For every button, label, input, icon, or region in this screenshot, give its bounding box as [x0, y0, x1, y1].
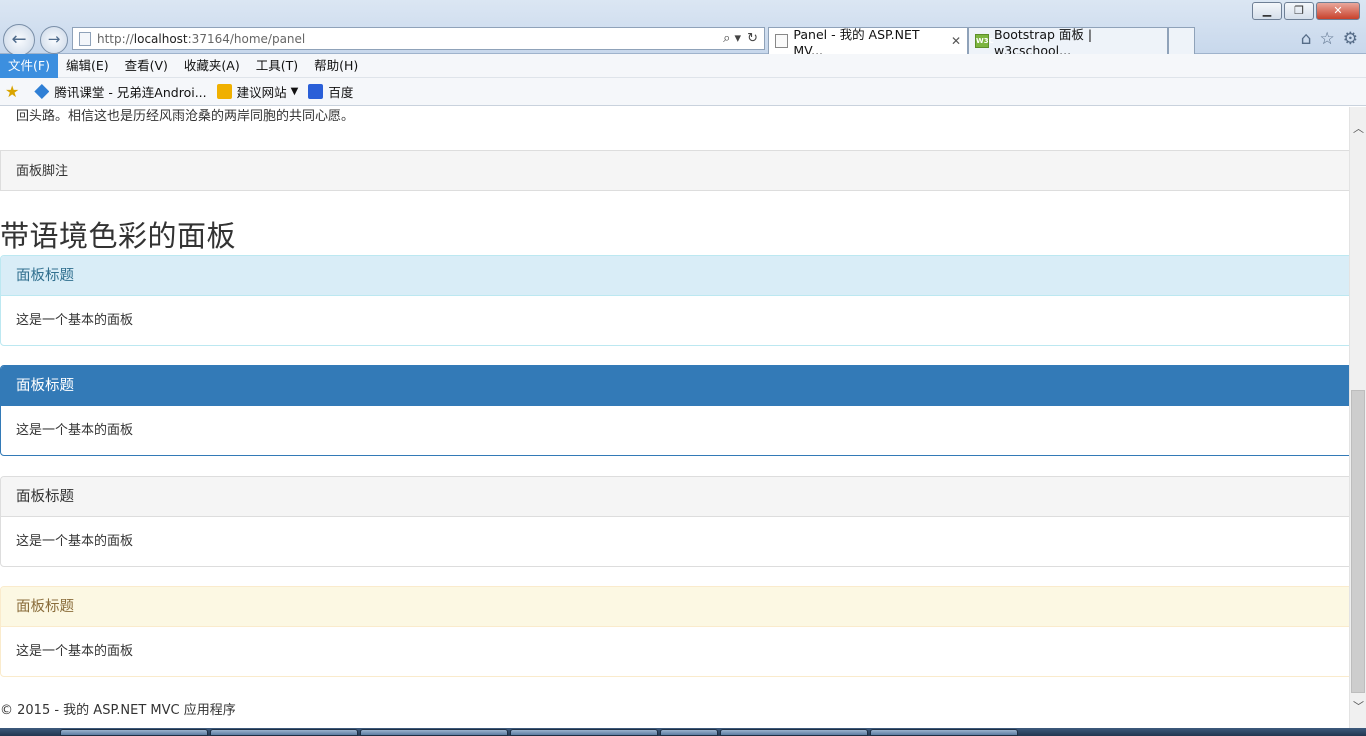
minimize-button[interactable]: ▁ — [1252, 2, 1282, 20]
taskbar-item[interactable] — [660, 729, 718, 736]
panel-body-text: 回头路。相信这也是历经风雨沧桑的两岸同胞的共同心愿。 — [16, 109, 355, 124]
w3c-icon: W3C — [975, 34, 994, 48]
panel-body: 这是一个基本的面板 — [16, 313, 134, 328]
panel-body: 这是一个基本的面板 — [16, 423, 134, 438]
fav-link-baidu[interactable]: 百度 — [308, 82, 353, 101]
panel-info: 面板标题 这是一个基本的面板 — [0, 255, 1349, 346]
panel-body: 这是一个基本的面板 — [16, 644, 134, 659]
page-icon — [79, 31, 91, 46]
menu-bar: 文件(F) 编辑(E) 查看(V) 收藏夹(A) 工具(T) 帮助(H) — [0, 53, 1366, 78]
tab-close-icon[interactable]: ✕ — [951, 34, 961, 48]
panel-body: 这是一个基本的面板 — [16, 534, 134, 549]
section-title: 带语境色彩的面板 — [0, 219, 237, 253]
panel-heading: 面板标题 — [1, 256, 1349, 296]
page-viewport: 回头路。相信这也是历经风雨沧桑的两岸同胞的共同心愿。 面板脚注 带语境色彩的面板… — [0, 107, 1349, 728]
taskbar-item[interactable] — [360, 729, 508, 736]
browser-tools: ⌂ ☆ ⚙ — [1301, 29, 1358, 49]
window-controls: ▁ ❐ ✕ — [1250, 2, 1360, 20]
menu-view[interactable]: 查看(V) — [117, 54, 176, 78]
refresh-icon[interactable]: ↻ — [747, 31, 758, 46]
tab-title: Panel - 我的 ASP.NET MV... — [793, 27, 920, 58]
home-icon[interactable]: ⌂ — [1301, 29, 1312, 49]
scrollbar-thumb[interactable] — [1351, 390, 1365, 693]
panel-primary: 面板标题 这是一个基本的面板 — [0, 365, 1349, 456]
close-button[interactable]: ✕ — [1316, 2, 1360, 20]
forward-arrow-icon: → — [47, 30, 61, 48]
settings-gear-icon[interactable]: ⚙ — [1343, 29, 1358, 49]
tab-title: Bootstrap 面板 | w3cschool... — [994, 27, 1093, 58]
back-arrow-icon: ← — [11, 29, 27, 50]
tab-bootstrap[interactable]: W3C Bootstrap 面板 | w3cschool... — [968, 27, 1168, 58]
panel-default: 面板标题 这是一个基本的面板 — [0, 476, 1349, 567]
forward-button[interactable]: → — [40, 26, 68, 54]
taskbar-item[interactable] — [210, 729, 358, 736]
address-url[interactable]: http://localhost:37164/home/panel — [97, 32, 723, 46]
bing-icon — [216, 84, 232, 99]
baidu-icon — [308, 84, 324, 99]
vertical-scrollbar[interactable]: ︿ ﹀ — [1349, 107, 1366, 728]
scroll-down-icon[interactable]: ﹀ — [1350, 698, 1366, 715]
address-bar[interactable]: http://localhost:37164/home/panel ⌕ ▾ ↻ — [72, 27, 765, 50]
menu-help[interactable]: 帮助(H) — [306, 54, 366, 78]
favorites-star-icon[interactable]: ☆ — [1320, 29, 1335, 49]
panel-heading: 面板标题 — [1, 587, 1349, 627]
tab-panel[interactable]: Panel - 我的 ASP.NET MV... ✕ — [768, 27, 968, 58]
panel-heading: 面板标题 — [1, 477, 1349, 517]
new-tab-button[interactable] — [1168, 27, 1195, 54]
favorites-add-icon: ★ — [5, 82, 20, 101]
menu-edit[interactable]: 编辑(E) — [58, 54, 117, 78]
tencent-icon — [34, 84, 50, 99]
taskbar — [0, 728, 1366, 736]
taskbar-item[interactable] — [510, 729, 658, 736]
page-icon — [775, 34, 789, 48]
menu-favorites[interactable]: 收藏夹(A) — [176, 54, 248, 78]
scroll-up-icon[interactable]: ︿ — [1350, 120, 1366, 137]
browser-titlebar: ▁ ❐ ✕ ← → http://localhost:37164/home/pa… — [0, 0, 1366, 58]
menu-file[interactable]: 文件(F) — [0, 53, 58, 78]
panel-footer: 面板脚注 — [0, 150, 1349, 191]
menu-tools[interactable]: 工具(T) — [248, 54, 306, 78]
fav-link-tencent[interactable]: 腾讯课堂 - 兄弟连Androi... — [34, 82, 207, 101]
back-button[interactable]: ← — [3, 24, 35, 56]
favorites-bar: ★ 腾讯课堂 - 兄弟连Androi... 建议网站 ▼ 百度 — [0, 78, 1366, 106]
page-footer: © 2015 - 我的 ASP.NET MVC 应用程序 — [0, 703, 236, 718]
restore-button[interactable]: ❐ — [1284, 2, 1314, 20]
favorites-star[interactable]: ★ — [5, 82, 24, 101]
taskbar-item[interactable] — [720, 729, 868, 736]
taskbar-item[interactable] — [870, 729, 1018, 736]
search-dropdown-icon[interactable]: ⌕ ▾ — [723, 31, 741, 46]
fav-link-suggested[interactable]: 建议网站 ▼ — [216, 82, 299, 101]
chevron-down-icon[interactable]: ▼ — [291, 86, 299, 97]
panel-warning: 面板标题 这是一个基本的面板 — [0, 586, 1349, 677]
taskbar-item[interactable] — [60, 729, 208, 736]
panel-heading: 面板标题 — [1, 366, 1349, 406]
